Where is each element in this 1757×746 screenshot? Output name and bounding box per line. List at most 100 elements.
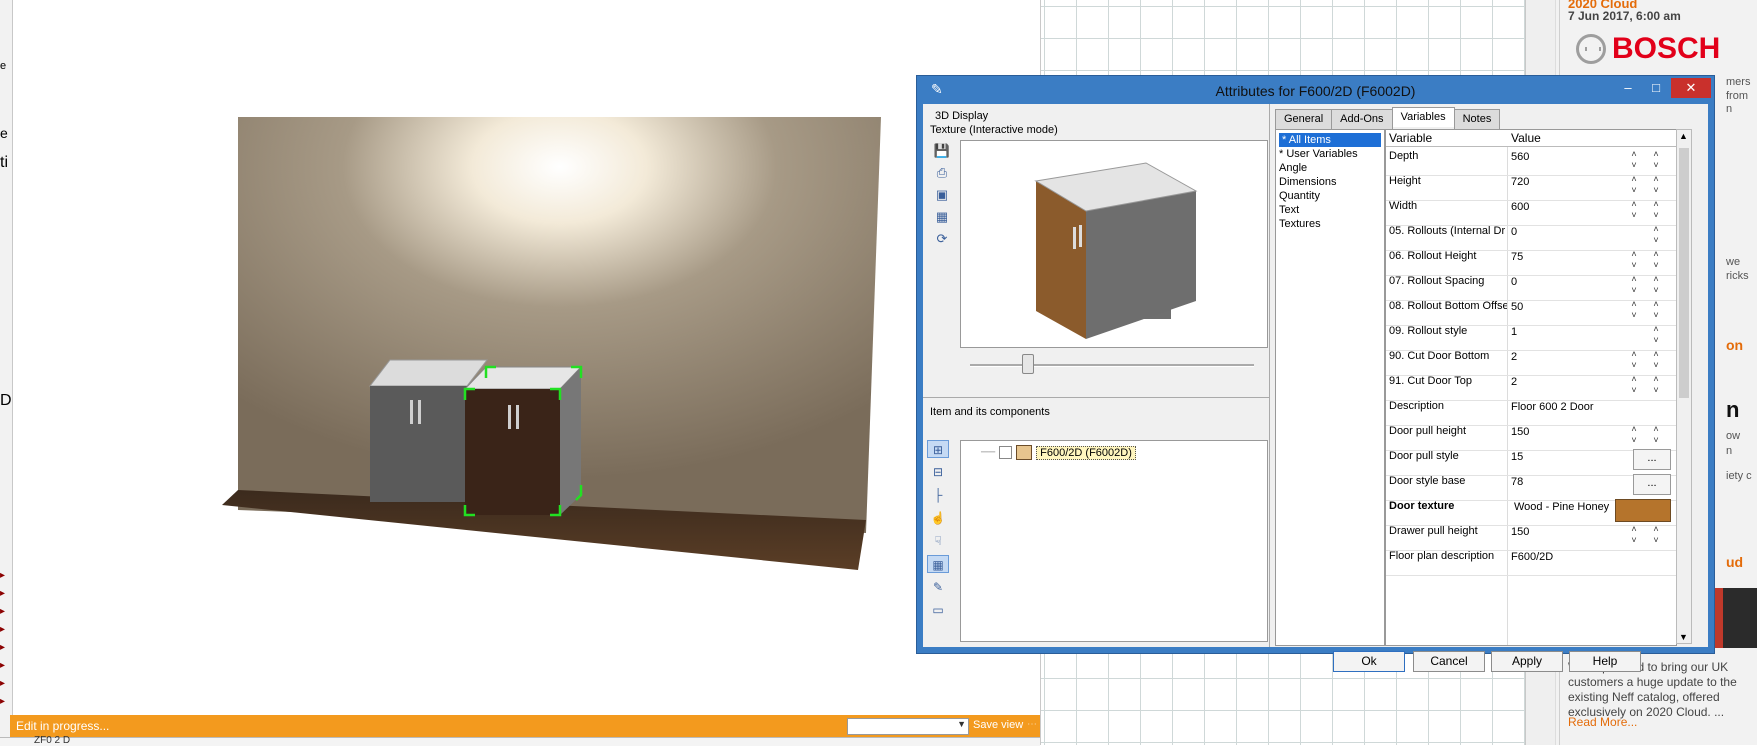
variable-value[interactable]: 150 [1511, 426, 1529, 438]
save-view-button[interactable]: Save view [973, 719, 1023, 731]
3d-viewport[interactable] [0, 0, 1040, 745]
close-button[interactable]: ✕ [1671, 78, 1711, 98]
read-more-link[interactable]: Read More... [1568, 715, 1637, 729]
tab-add-ons[interactable]: Add-Ons [1331, 109, 1393, 129]
spinner-icon[interactable]: ˄ ˅ [1649, 374, 1663, 398]
spinner-icon[interactable]: ˄ ˅ [1649, 324, 1663, 348]
column-header-variable: Variable [1389, 131, 1433, 145]
3d-preview[interactable] [960, 140, 1268, 348]
slider-thumb[interactable] [1022, 354, 1034, 374]
variable-value[interactable]: 78 [1511, 476, 1523, 488]
collapse-icon[interactable]: ⊟ [927, 463, 949, 481]
spinner-icon[interactable]: ˄ ˅ [1627, 149, 1641, 173]
variable-name: Height [1389, 175, 1421, 187]
tab-variables[interactable]: Variables [1391, 107, 1455, 127]
variable-value[interactable]: Wood - Pine Honey [1514, 501, 1609, 513]
grid-scrollbar[interactable]: ▲ ▼ [1676, 129, 1692, 644]
print-icon[interactable]: ⎙ [933, 164, 951, 182]
scroll-up-icon[interactable]: ▲ [1679, 131, 1688, 141]
left-strip-text: D [0, 392, 12, 409]
cabinet-wood-front [465, 389, 560, 515]
ok-button[interactable]: Ok [1333, 651, 1405, 672]
category-item[interactable]: * User Variables [1276, 147, 1384, 161]
variable-value[interactable]: 2 [1511, 376, 1517, 388]
spinner-icon[interactable]: ˄ ˅ [1627, 199, 1641, 223]
browse-button[interactable]: ... [1633, 449, 1671, 470]
spinner-icon[interactable]: ˄ ˅ [1627, 374, 1641, 398]
save-icon[interactable]: 💾 [933, 142, 951, 160]
resize-grip-icon[interactable]: ⋯ [1027, 719, 1037, 730]
category-item[interactable]: Textures [1276, 217, 1384, 231]
category-item[interactable]: Dimensions [1276, 175, 1384, 189]
cube-icon[interactable]: ▦ [927, 555, 949, 573]
spinner-icon[interactable]: ˄ ˅ [1649, 274, 1663, 298]
spinner-icon[interactable]: ˄ ˅ [1627, 349, 1641, 373]
spinner-icon[interactable]: ˄ ˅ [1649, 299, 1663, 323]
spinner-icon[interactable]: ˄ ˅ [1649, 174, 1663, 198]
dialog-title-bar[interactable]: ✎ Attributes for F600/2D (F6002D) – □ ✕ [917, 76, 1714, 104]
news-fragment: we [1726, 256, 1741, 268]
eraser-icon[interactable]: ▭ [927, 601, 949, 619]
spinner-icon[interactable]: ˄ ˅ [1649, 149, 1663, 173]
variable-value[interactable]: 0 [1511, 226, 1517, 238]
scroll-down-icon[interactable]: ▼ [1679, 632, 1688, 642]
news-fragment: n [1726, 397, 1740, 422]
monitor-icon[interactable]: ▣ [933, 186, 951, 204]
move-down-icon[interactable]: ☟ [927, 532, 949, 550]
refresh-icon[interactable]: ⟳ [933, 230, 951, 248]
spinner-icon[interactable]: ˄ ˅ [1627, 524, 1641, 548]
spinner-icon[interactable]: ˄ ˅ [1627, 424, 1641, 448]
category-item[interactable]: Angle [1276, 161, 1384, 175]
tree-node[interactable]: ── F600/2D (F6002D) [981, 445, 1136, 460]
tab-notes[interactable]: Notes [1453, 109, 1501, 129]
variable-value[interactable]: 75 [1511, 251, 1523, 263]
render-icon[interactable]: ▦ [933, 208, 951, 226]
table-row[interactable]: Floor plan description F600/2D [1386, 547, 1676, 576]
texture-swatch[interactable] [1615, 499, 1671, 522]
cabinet-grey-top [368, 359, 489, 387]
scrollbar-thumb[interactable] [1679, 148, 1689, 398]
tree-item-label[interactable]: F600/2D (F6002D) [1036, 445, 1136, 460]
spinner-icon[interactable]: ˄ ˅ [1649, 224, 1663, 248]
spinner-icon[interactable]: ˄ ˅ [1627, 274, 1641, 298]
variable-value[interactable]: 150 [1511, 526, 1529, 538]
preview-slider[interactable] [960, 352, 1266, 374]
variable-value[interactable]: 50 [1511, 301, 1523, 313]
maximize-button[interactable]: □ [1643, 78, 1669, 98]
minimize-button[interactable]: – [1615, 78, 1641, 98]
spinner-icon[interactable]: ˄ ˅ [1649, 524, 1663, 548]
browse-button[interactable]: ... [1633, 474, 1671, 495]
category-item[interactable]: * All Items [1279, 133, 1381, 147]
3d-scene [222, 117, 881, 570]
spinner-icon[interactable]: ˄ ˅ [1627, 249, 1641, 273]
spinner-icon[interactable]: ˄ ˅ [1649, 424, 1663, 448]
apply-button[interactable]: Apply [1491, 651, 1563, 672]
variable-value[interactable]: F600/2D [1511, 551, 1553, 563]
dialog-body: 3D Display Texture (Interactive mode) 💾 … [923, 104, 1708, 672]
variable-value[interactable]: 720 [1511, 176, 1529, 188]
variable-name: 91. Cut Door Top [1389, 375, 1472, 387]
tree-icon[interactable]: ├ [927, 486, 949, 504]
spinner-icon[interactable]: ˄ ˅ [1649, 349, 1663, 373]
category-item[interactable]: Quantity [1276, 189, 1384, 203]
variable-value[interactable]: 0 [1511, 276, 1517, 288]
variable-value[interactable]: 1 [1511, 326, 1517, 338]
tab-general[interactable]: General [1275, 109, 1333, 129]
variable-value[interactable]: Floor 600 2 Door [1511, 401, 1594, 413]
variable-value[interactable]: 600 [1511, 201, 1529, 213]
spinner-icon[interactable]: ˄ ˅ [1627, 299, 1641, 323]
node-checkbox[interactable] [999, 446, 1013, 459]
spinner-icon[interactable]: ˄ ˅ [1627, 174, 1641, 198]
view-select[interactable]: ▼ [847, 718, 969, 735]
variable-value[interactable]: 2 [1511, 351, 1517, 363]
help-button[interactable]: Help [1569, 651, 1641, 672]
spinner-icon[interactable]: ˄ ˅ [1649, 249, 1663, 273]
spinner-icon[interactable]: ˄ ˅ [1649, 199, 1663, 223]
move-up-icon[interactable]: ☝ [927, 509, 949, 527]
pencil-icon[interactable]: ✎ [927, 578, 949, 596]
variable-value[interactable]: 560 [1511, 151, 1529, 163]
expand-icon[interactable]: ⊞ [927, 440, 949, 458]
variable-value[interactable]: 15 [1511, 451, 1523, 463]
cancel-button[interactable]: Cancel [1413, 651, 1485, 672]
category-item[interactable]: Text [1276, 203, 1384, 217]
